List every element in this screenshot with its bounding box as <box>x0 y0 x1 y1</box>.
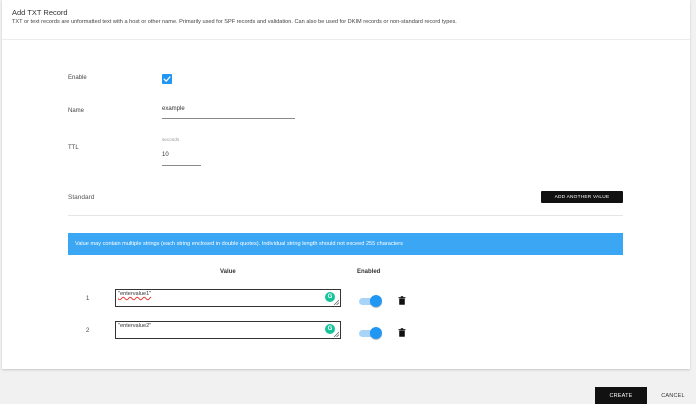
ttl-input[interactable]: 10 <box>162 150 201 166</box>
enabled-column-header: Enabled <box>357 269 381 275</box>
trash-icon[interactable] <box>398 296 406 305</box>
resize-handle-icon[interactable] <box>333 331 339 337</box>
toggle-thumb <box>370 327 382 339</box>
enabled-toggle[interactable] <box>358 327 382 339</box>
resize-handle-icon[interactable] <box>333 299 339 305</box>
dialog-description: TXT or text records are unformatted text… <box>12 19 457 25</box>
standard-section-label: Standard <box>68 194 95 201</box>
add-txt-record-card: Add TXT Record TXT or text records are u… <box>2 0 690 369</box>
ttl-input-underline <box>162 165 201 166</box>
enabled-toggle[interactable] <box>358 295 382 307</box>
ttl-unit-label: seconds <box>162 137 180 142</box>
value-column-header: Value <box>220 269 236 275</box>
dialog-header: Add TXT Record TXT or text records are u… <box>2 0 690 40</box>
name-input-value: example <box>162 106 185 112</box>
create-button[interactable]: CREATE <box>595 387 647 404</box>
check-icon <box>163 76 171 82</box>
name-label: Name <box>68 108 85 114</box>
value-textarea[interactable]: "entervalue1" G <box>115 289 341 307</box>
name-input-underline <box>162 118 295 119</box>
trash-icon[interactable] <box>398 328 406 337</box>
value-textarea-text: "entervalue2" <box>118 323 152 329</box>
info-banner-text: Value may contain multiple strings (each… <box>75 241 403 247</box>
row-number: 1 <box>86 296 90 302</box>
ttl-input-value: 10 <box>162 152 169 158</box>
dialog-title: Add TXT Record <box>12 8 68 17</box>
info-banner: Value may contain multiple strings (each… <box>68 233 623 255</box>
row-number: 2 <box>86 328 90 334</box>
section-divider <box>68 215 623 216</box>
enable-checkbox[interactable] <box>162 74 172 84</box>
value-textarea[interactable]: "entervalue2" G <box>115 321 341 339</box>
ttl-label: TTL <box>68 145 79 151</box>
name-input[interactable]: example <box>162 104 295 119</box>
add-another-value-button[interactable]: ADD ANOTHER VALUE <box>541 191 623 203</box>
value-textarea-text: "entervalue1" <box>118 291 152 297</box>
cancel-button[interactable]: CANCEL <box>655 387 691 404</box>
toggle-thumb <box>370 295 382 307</box>
enable-label: Enable <box>68 75 87 81</box>
